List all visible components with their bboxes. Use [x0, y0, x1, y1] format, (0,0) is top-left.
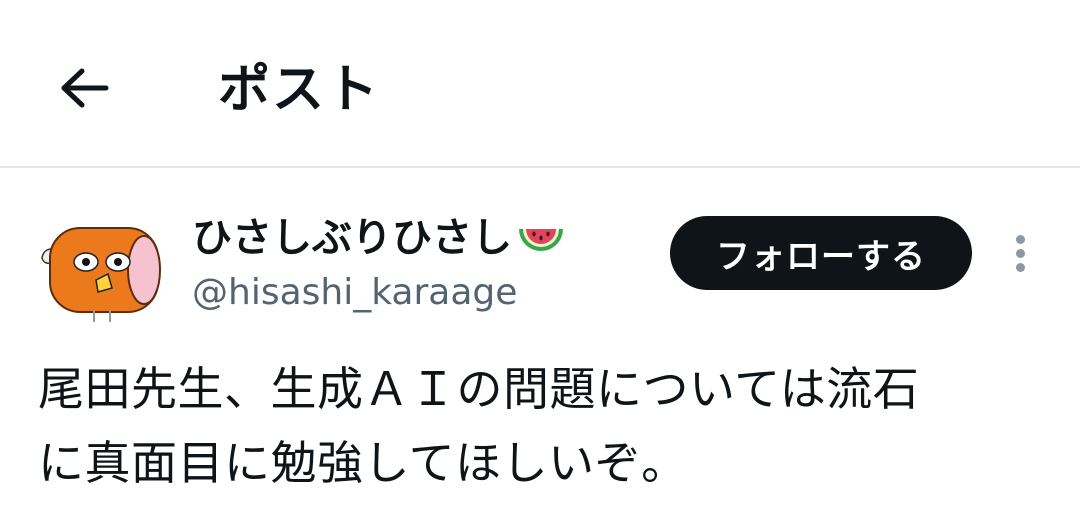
author-handle[interactable]: @hisashi_karaage: [192, 268, 517, 318]
author-display-name[interactable]: ひさしぶりひさし: [192, 210, 566, 266]
author-name-text: ひさしぶりひさし: [192, 215, 512, 261]
post-text: 尾田先生、生成ＡＩの問題については流石 に真面目に勉強してほしいぞ。: [38, 352, 1048, 500]
back-button[interactable]: [54, 58, 114, 118]
watermelon-icon: [519, 229, 563, 251]
post-text-line-1: 尾田先生、生成ＡＩの問題については流石: [38, 362, 920, 416]
top-bar: ポスト: [0, 0, 1080, 168]
avatar[interactable]: [36, 210, 164, 326]
more-vertical-icon: [1015, 234, 1025, 244]
post-text-line-2: に真面目に勉強してほしいぞ。: [38, 436, 688, 490]
follow-button[interactable]: フォローする: [670, 216, 972, 290]
more-options-button[interactable]: [1002, 228, 1038, 278]
page-title: ポスト: [218, 60, 381, 120]
arrow-left-icon: [61, 68, 109, 108]
